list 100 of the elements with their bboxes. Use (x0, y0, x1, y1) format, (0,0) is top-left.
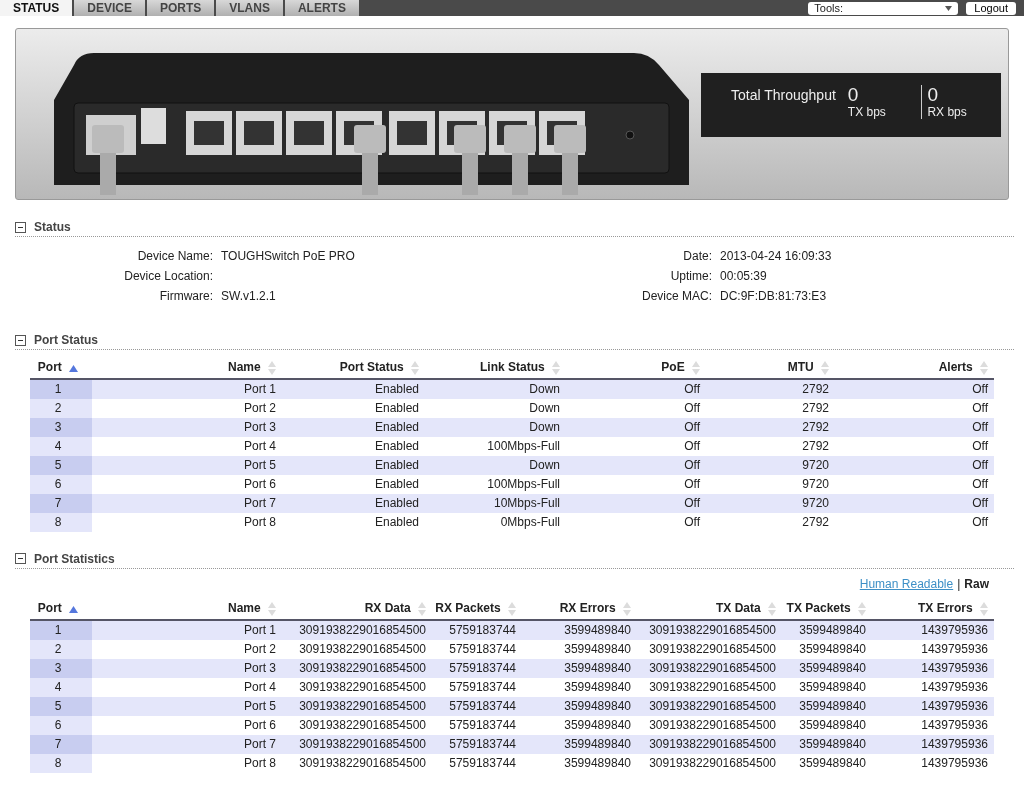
table-cell: 3091938229016854500 (637, 734, 782, 754)
table-cell: 3091938229016854500 (637, 696, 782, 716)
table-cell: Port 4 (92, 677, 282, 697)
tx-unit: TX bps (847, 105, 887, 119)
table-cell: 5759183744 (432, 734, 522, 754)
logout-button[interactable]: Logout (966, 1, 1016, 15)
column-header[interactable]: Name (92, 598, 282, 620)
table-cell: Down (425, 398, 566, 418)
section-title: Port Status (34, 333, 98, 347)
table-cell: 3091938229016854500 (282, 619, 432, 640)
table-cell: Enabled (282, 474, 425, 494)
table-cell: 3599489840 (782, 677, 872, 697)
nav-tab[interactable]: PORTS (146, 0, 215, 16)
view-mode-link[interactable]: Raw (964, 576, 989, 591)
field-label: Device Name: (136, 249, 213, 264)
table-cell: 3599489840 (522, 658, 637, 678)
table-cell: 3091938229016854500 (282, 753, 432, 773)
table-cell: 3599489840 (782, 619, 872, 640)
table-cell: 1439795936 (872, 677, 994, 697)
nav-tab[interactable]: ALERTS (284, 0, 359, 16)
table-cell: 2792 (706, 398, 835, 418)
table-cell: Port 5 (92, 696, 282, 716)
collapse-toggle[interactable] (15, 334, 26, 346)
table-cell: Off (566, 398, 706, 418)
table-cell: Off (566, 417, 706, 437)
table-cell: 3599489840 (522, 753, 637, 773)
table-cell: 5759183744 (432, 639, 522, 659)
column-header[interactable]: Port (30, 358, 92, 379)
nav-tab[interactable]: VLANS (216, 0, 283, 16)
column-header[interactable]: MTU (706, 358, 835, 379)
tools-dropdown[interactable]: Tools: (808, 1, 959, 15)
table-cell: Enabled (282, 493, 425, 513)
table-cell: 9720 (706, 493, 835, 513)
table-cell: 2792 (706, 378, 835, 399)
table-cell: Port 6 (92, 715, 282, 735)
view-mode-link[interactable]: Human Readable (859, 576, 954, 591)
table-cell: Off (835, 474, 994, 494)
table-cell: 3091938229016854500 (637, 619, 782, 640)
table-cell: Off (835, 378, 994, 399)
table-cell: 3599489840 (522, 696, 637, 716)
table-cell: 3091938229016854500 (637, 677, 782, 697)
column-header[interactable]: TX Data (637, 598, 782, 620)
nav-tab[interactable]: STATUS (0, 0, 73, 16)
table-cell: 3599489840 (782, 715, 872, 735)
table-cell: Off (835, 493, 994, 513)
column-header[interactable]: Alerts (835, 358, 994, 379)
table-cell: Enabled (282, 436, 425, 456)
collapse-toggle[interactable] (15, 221, 26, 233)
table-cell: 1439795936 (872, 619, 994, 640)
table-cell: Port 7 (92, 493, 282, 513)
table-cell: 3091938229016854500 (282, 658, 432, 678)
column-header[interactable]: TX Packets (782, 598, 872, 620)
table-cell: 3091938229016854500 (637, 753, 782, 773)
table-cell: Enabled (282, 512, 425, 532)
column-header[interactable]: TX Errors (872, 598, 994, 620)
table-cell: 3599489840 (782, 734, 872, 754)
table-cell: 1439795936 (872, 715, 994, 735)
table-cell: Down (425, 455, 566, 475)
collapse-toggle[interactable] (15, 553, 26, 565)
table-cell: 3599489840 (782, 658, 872, 678)
column-header[interactable]: RX Packets (432, 598, 522, 620)
table-cell: Off (835, 417, 994, 437)
table-cell: Port 1 (92, 619, 282, 640)
table-cell: 2792 (706, 417, 835, 437)
column-header[interactable]: Link Status (425, 358, 566, 379)
table-cell: Down (425, 378, 566, 399)
section-title: Port Statistics (34, 551, 115, 566)
table-cell: 3091938229016854500 (282, 639, 432, 659)
table-cell: Port 1 (92, 378, 282, 399)
table-cell: 3599489840 (522, 715, 637, 735)
field-value: SW.v1.2.1 (221, 289, 277, 304)
table-cell: 5759183744 (432, 753, 522, 773)
caret-icon (945, 5, 953, 11)
table-cell: Port 3 (92, 417, 282, 437)
table-cell: 5759183744 (432, 677, 522, 697)
table-cell: 10Mbps-Full (425, 493, 566, 513)
column-header[interactable]: Port Status (282, 358, 425, 379)
table-cell: Off (566, 474, 706, 494)
table-cell: 5759183744 (432, 619, 522, 640)
table-cell: 2792 (706, 436, 835, 456)
column-header[interactable]: RX Errors (522, 598, 637, 620)
table-cell: Enabled (282, 378, 425, 399)
table-cell: 100Mbps-Full (425, 474, 566, 494)
column-header[interactable]: RX Data (282, 598, 432, 620)
table-cell: Port 5 (92, 455, 282, 475)
table-cell: Off (566, 378, 706, 399)
table-cell: 100Mbps-Full (425, 436, 566, 456)
table-cell: Port 8 (92, 512, 282, 532)
table-cell: 3599489840 (522, 619, 637, 640)
column-header[interactable]: Name (92, 358, 282, 379)
table-cell: Off (835, 398, 994, 418)
field-label: Uptime: (669, 269, 712, 284)
field-label: Date: (682, 249, 712, 264)
table-cell: 3091938229016854500 (637, 639, 782, 659)
nav-tab[interactable]: DEVICE (74, 0, 145, 16)
field-label: Firmware: (158, 289, 213, 304)
table-cell: Port 2 (92, 639, 282, 659)
column-header[interactable]: Port (30, 598, 92, 620)
table-cell: 3599489840 (782, 696, 872, 716)
column-header[interactable]: PoE (566, 358, 706, 379)
